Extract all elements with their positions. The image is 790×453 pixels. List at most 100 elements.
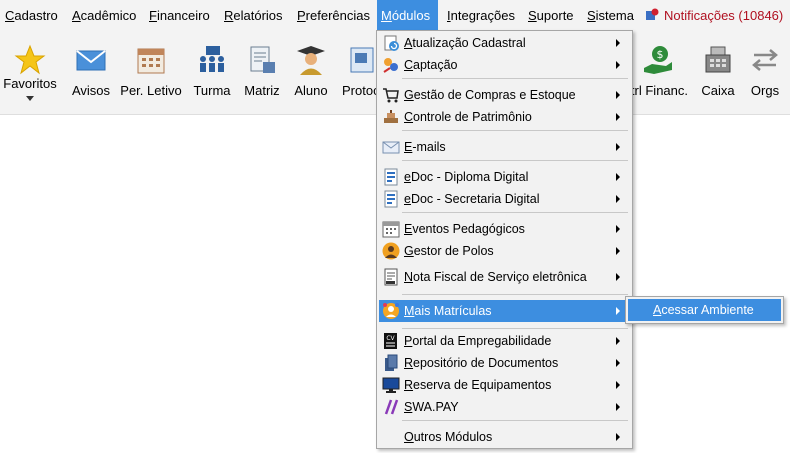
- submenu-item-acessar-ambiente[interactable]: Acessar Ambiente: [628, 299, 781, 321]
- menu-item-label: SWA.PAY: [404, 400, 459, 414]
- menu-item-reserva-equipamentos[interactable]: Reserva de Equipamentos: [379, 374, 630, 396]
- menu-cadastro[interactable]: Cadastro: [1, 0, 62, 30]
- menu-item-emails[interactable]: E-mails: [379, 136, 630, 158]
- star-icon: [14, 44, 46, 75]
- menu-item-label: Outros Módulos: [404, 430, 493, 444]
- shopping-icon: [383, 88, 399, 103]
- assets-icon: [384, 110, 398, 123]
- menu-item-outros-modulos[interactable]: Outros Módulos: [379, 426, 630, 448]
- envelope-icon: [76, 50, 106, 71]
- menu-academico[interactable]: Acadêmico: [68, 0, 140, 30]
- menu-suporte[interactable]: Suporte: [524, 0, 578, 30]
- menu-item-mais-matriculas[interactable]: Mais Matrículas: [379, 300, 630, 322]
- toolbar-label: Caixa: [701, 83, 735, 98]
- toolbar-label: Favoritos: [3, 76, 57, 91]
- menu-item-label: eDoc - Secretaria Digital: [404, 192, 540, 206]
- mais-matriculas-submenu: Acessar Ambiente: [625, 296, 784, 324]
- polo-manager-icon: [382, 242, 400, 260]
- menu-separator: [402, 420, 628, 421]
- toolbar-label: Aluno: [294, 83, 328, 98]
- menu-item-edoc-secretaria[interactable]: eDoc - Secretaria Digital: [379, 188, 630, 210]
- chevron-right-icon: [616, 381, 620, 389]
- chevron-down-icon[interactable]: [26, 96, 34, 101]
- chevron-right-icon: [616, 39, 620, 47]
- toolbar-aluno[interactable]: Aluno: [290, 30, 332, 114]
- menu-item-gestor-polos[interactable]: Gestor de Polos: [379, 240, 630, 262]
- chevron-right-icon: [616, 337, 620, 345]
- monitor-icon: [382, 377, 400, 393]
- menu-item-label: Captação: [404, 58, 458, 72]
- toolbar-label: Ctrl Financ.: [628, 83, 688, 98]
- notifications-label: Notificações (10846): [664, 8, 784, 23]
- menu-item-nota-fiscal[interactable]: Nota Fiscal de Serviço eletrônica: [379, 266, 630, 288]
- toolbar-turma[interactable]: Turma: [190, 30, 234, 114]
- calendar-icon: [137, 48, 165, 74]
- toolbar-per-letivo[interactable]: Per. Letivo: [120, 30, 182, 114]
- money-hand-icon: $: [644, 46, 672, 74]
- toolbar-label: Per. Letivo: [120, 83, 182, 98]
- toolbar-caixa[interactable]: Caixa: [697, 30, 739, 114]
- toolbar-favoritos[interactable]: Favoritos: [0, 30, 60, 114]
- svg-text:CV: CV: [386, 335, 395, 342]
- notifications-link[interactable]: Notificações (10846): [645, 0, 783, 30]
- chevron-right-icon: [616, 91, 620, 99]
- enrollment-icon: [383, 303, 399, 319]
- menu-item-portal-empregabilidade[interactable]: CV Portal da Empregabilidade: [379, 330, 630, 352]
- submenu-item-label: Acessar Ambiente: [653, 303, 754, 317]
- swap-arrows-icon: [752, 49, 778, 71]
- menu-item-label: Eventos Pedagógicos: [404, 222, 525, 236]
- graduate-student-icon: [297, 46, 325, 75]
- chevron-right-icon: [616, 359, 620, 367]
- capture-icon: [383, 58, 398, 73]
- menu-item-controle-patrimonio[interactable]: Controle de Patrimônio: [379, 106, 630, 128]
- cash-register-icon: [705, 46, 731, 73]
- menu-bar: Cadastro Acadêmico Financeiro Relatórios…: [0, 0, 790, 30]
- menu-item-label: Portal da Empregabilidade: [404, 334, 552, 348]
- chevron-right-icon: [616, 273, 620, 281]
- menu-item-swapay[interactable]: SWA.PAY: [379, 396, 630, 418]
- menu-item-repositorio-documentos[interactable]: Repositório de Documentos: [379, 352, 630, 374]
- class-group-icon: [200, 46, 224, 72]
- toolbar-avisos[interactable]: Avisos: [68, 30, 114, 114]
- swapay-icon: [384, 399, 399, 415]
- menu-separator: [402, 294, 628, 295]
- menu-item-atualizacao-cadastral[interactable]: Atualização Cadastral: [379, 32, 630, 54]
- menu-separator: [402, 160, 628, 161]
- menu-item-label: Gestão de Compras e Estoque: [404, 88, 576, 102]
- chevron-right-icon: [616, 403, 620, 411]
- email-icon: [382, 141, 400, 154]
- toolbar-orgs[interactable]: Orgs: [746, 30, 784, 114]
- menu-integracoes[interactable]: Integrações: [443, 0, 519, 30]
- menu-item-captacao[interactable]: Captação: [379, 54, 630, 76]
- menu-preferencias[interactable]: Preferências: [293, 0, 374, 30]
- protocol-icon: [350, 47, 374, 73]
- menu-item-gestao-compras[interactable]: Gestão de Compras e Estoque: [379, 84, 630, 106]
- calendar-icon: [382, 221, 400, 238]
- chevron-right-icon: [616, 195, 620, 203]
- menu-item-edoc-diploma[interactable]: eDoc - Diploma Digital: [379, 166, 630, 188]
- chevron-right-icon: [616, 307, 620, 315]
- menu-separator: [402, 212, 628, 213]
- menu-item-label: Gestor de Polos: [404, 244, 494, 258]
- chevron-right-icon: [616, 61, 620, 69]
- menu-item-label: Nota Fiscal de Serviço eletrônica: [404, 270, 587, 284]
- menu-item-label: Mais Matrículas: [404, 304, 492, 318]
- menu-financeiro[interactable]: Financeiro: [145, 0, 214, 30]
- menu-sistema[interactable]: Sistema: [583, 0, 638, 30]
- menu-modulos[interactable]: Módulos: [377, 0, 438, 30]
- toolbar-label: Orgs: [750, 83, 780, 98]
- edoc-icon: [384, 168, 398, 186]
- menu-relatorios[interactable]: Relatórios: [220, 0, 287, 30]
- invoice-icon: [384, 268, 398, 286]
- chevron-right-icon: [616, 113, 620, 121]
- menu-item-eventos-pedagogicos[interactable]: Eventos Pedagógicos: [379, 218, 630, 240]
- cv-icon: CV: [384, 333, 397, 349]
- notification-icon: [646, 8, 659, 20]
- chevron-right-icon: [616, 247, 620, 255]
- edoc-icon: [384, 190, 398, 208]
- menu-item-label: Reserva de Equipamentos: [404, 378, 552, 392]
- toolbar-ctrl-financ[interactable]: $ Ctrl Financ.: [628, 30, 690, 114]
- chevron-right-icon: [616, 225, 620, 233]
- toolbar-matriz[interactable]: Matriz: [240, 30, 284, 114]
- document-matrix-icon: [250, 46, 275, 73]
